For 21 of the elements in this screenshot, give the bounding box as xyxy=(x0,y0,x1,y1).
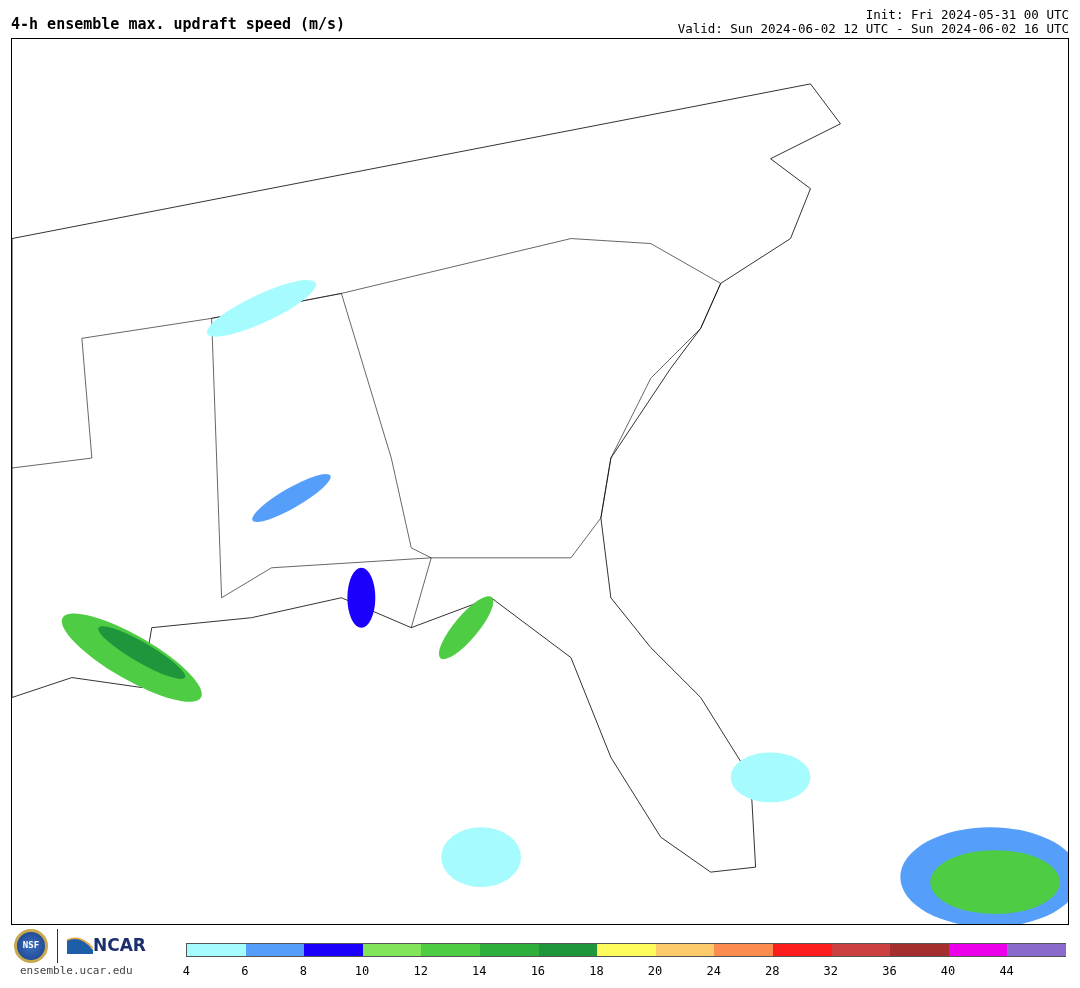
tick-label: 28 xyxy=(764,963,781,980)
tick-label: 32 xyxy=(822,963,840,980)
tick-label: 6 xyxy=(240,963,250,980)
tick-label: 18 xyxy=(588,963,605,980)
tick-label: 44 xyxy=(998,963,1015,980)
tick-label: 16 xyxy=(529,963,547,980)
ncar-logo: NCAR xyxy=(67,933,146,959)
tick-label: 14 xyxy=(471,963,488,980)
valid-time: Valid: Sun 2024-06-02 12 UTC - Sun 2024-06-02 16 UTC xyxy=(677,22,1069,36)
tick-label: 8 xyxy=(298,963,309,980)
tick-label: 20 xyxy=(646,963,664,980)
tick-label: 10 xyxy=(353,963,371,980)
tick-label: 24 xyxy=(705,963,722,980)
tick-label: 40 xyxy=(939,963,957,980)
nsf-logo: NSF xyxy=(14,929,48,963)
chart-title: 4-h ensemble max. updraft speed (m/s) xyxy=(11,17,346,32)
site-url: ensemble.ucar.edu xyxy=(20,963,134,979)
tick-label: 36 xyxy=(881,963,898,980)
tick-label: 4 xyxy=(181,963,191,980)
init-time: Init: Fri 2024-05-31 00 UTC xyxy=(865,8,1069,22)
tick-label: 12 xyxy=(412,963,429,980)
